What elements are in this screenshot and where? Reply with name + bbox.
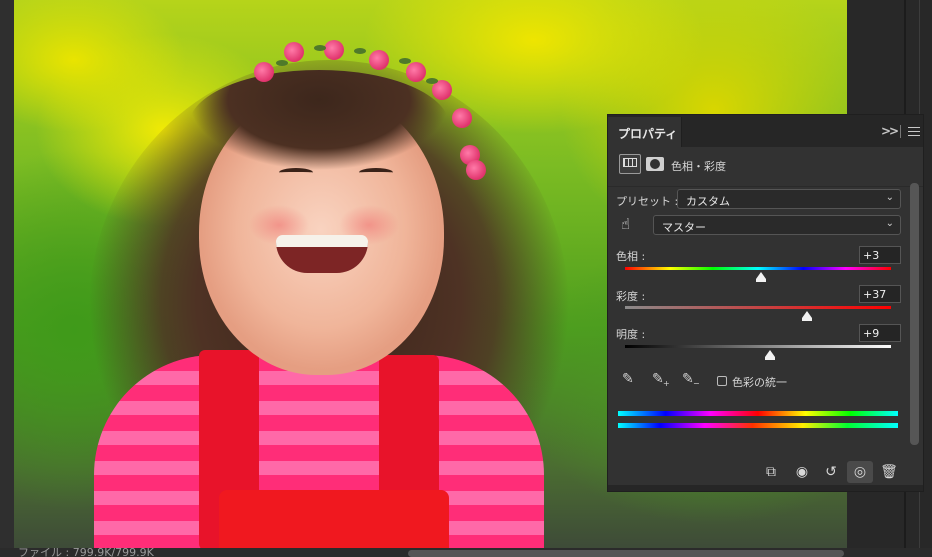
saturation-label: 彩度 :	[616, 290, 646, 303]
photo-leaf	[399, 58, 411, 64]
hue-value-field[interactable]: +3	[859, 246, 901, 264]
lightness-slider-track[interactable]	[625, 345, 891, 348]
double-chevron-right-icon[interactable]: >>	[881, 124, 899, 138]
photo-overall-bib	[219, 490, 449, 548]
tab-properties[interactable]: プロパティ	[608, 117, 682, 147]
preset-label: プリセット :	[616, 195, 679, 208]
preset-select[interactable]: カスタム ⌄	[677, 189, 901, 209]
photo-eye-left	[279, 168, 313, 177]
chevron-down-icon: ⌄	[885, 218, 894, 229]
colorize-checkbox[interactable]	[717, 376, 727, 386]
status-text: ファイル : 799.9K/799.9K	[18, 548, 154, 557]
header-divider	[900, 125, 901, 138]
photo-flower	[406, 62, 426, 82]
photo-eye-right	[359, 168, 393, 177]
photo-leaf	[314, 45, 326, 51]
eyedropper-add-icon[interactable]: ✎ +	[652, 371, 670, 389]
reset-icon: ↺	[825, 464, 837, 480]
photo-leaf	[426, 78, 438, 84]
color-spectrum-bar	[618, 411, 898, 416]
hue-label: 色相 :	[616, 250, 646, 263]
photo-leaf	[276, 60, 288, 66]
adjustment-row: 色相・彩度	[608, 147, 923, 187]
hue-slider-track[interactable]	[625, 267, 891, 270]
trash-icon: 🗑	[880, 464, 898, 480]
chevron-down-icon: ⌄	[885, 192, 894, 203]
channel-select[interactable]: マスター ⌄	[653, 215, 901, 235]
photo-flower	[254, 62, 274, 82]
mask-icon[interactable]	[646, 157, 664, 171]
delete-button[interactable]: 🗑	[876, 461, 902, 483]
lightness-label: 明度 :	[616, 328, 646, 341]
targeted-adjustment-hand-icon[interactable]: ☝	[621, 215, 639, 235]
photo-flower	[466, 160, 486, 180]
photo-mouth	[276, 235, 368, 273]
eye-icon: ◎	[853, 464, 867, 480]
panel-scrollbar[interactable]	[910, 183, 919, 445]
saturation-slider-thumb[interactable]	[802, 311, 813, 321]
left-gutter	[0, 0, 14, 557]
panel-bottom-edge	[608, 485, 923, 491]
hamburger-menu-icon[interactable]	[908, 127, 920, 139]
photo-flower	[452, 108, 472, 128]
hue-slider-thumb[interactable]	[755, 272, 766, 282]
clip-icon: ⧉	[766, 464, 776, 480]
panel-footer: ⧉ ◉ ↺ ◎ 🗑	[608, 459, 923, 485]
panel-header: プロパティ >>	[608, 115, 923, 147]
properties-panel: プロパティ >> 色相・彩度 プリセット : カスタム ⌄ ☝ マスター ⌄ 色…	[607, 114, 924, 492]
lightness-value-field[interactable]: +9	[859, 324, 901, 342]
photo-flower	[369, 50, 389, 70]
adjusted-spectrum-bar[interactable]	[618, 423, 898, 428]
photo-leaf	[354, 48, 366, 54]
eyedropper-icon[interactable]: ✎	[622, 371, 640, 389]
colorize-label: 色彩の統一	[732, 376, 787, 389]
view-previous-button[interactable]: ◉	[789, 461, 815, 483]
adjustment-title: 色相・彩度	[671, 160, 726, 173]
eyedropper-subtract-icon[interactable]: ✎ −	[682, 371, 700, 389]
horizontal-scrollbar[interactable]	[408, 550, 844, 557]
adjustment-icon[interactable]	[619, 154, 641, 174]
saturation-slider-track[interactable]	[625, 306, 891, 309]
photo-flower	[284, 42, 304, 62]
photo-bangs	[189, 70, 449, 180]
channel-value: マスター	[662, 221, 706, 234]
lightness-slider-thumb[interactable]	[764, 350, 775, 360]
view-previous-icon: ◉	[795, 464, 809, 480]
status-bar: ファイル : 799.9K/799.9K	[0, 548, 932, 557]
photo-flower	[324, 40, 344, 60]
reset-button[interactable]: ↺	[818, 461, 844, 483]
saturation-value-field[interactable]: +37	[859, 285, 901, 303]
preset-value: カスタム	[686, 195, 730, 208]
photoshop-window: ファイル : 799.9K/799.9K プロパティ >> 色相・彩度 プリセッ…	[0, 0, 932, 557]
toggle-visibility-button[interactable]: ◎	[847, 461, 873, 483]
clip-to-layer-button[interactable]: ⧉	[758, 461, 784, 483]
